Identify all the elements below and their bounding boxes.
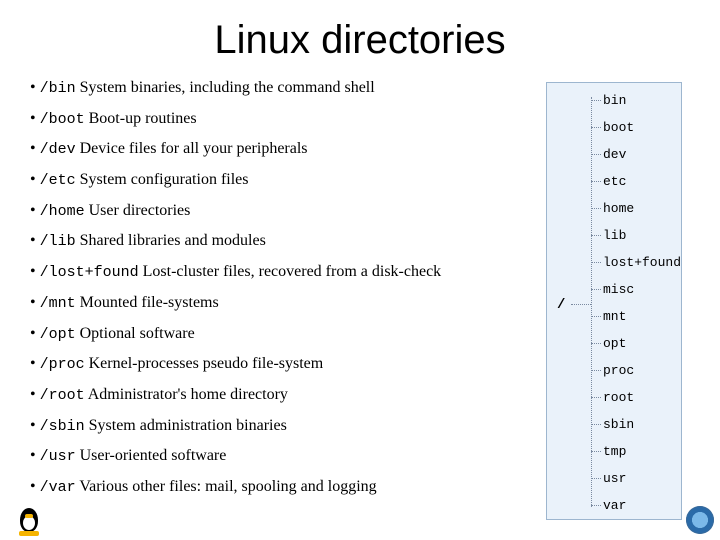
dir-desc: Device files for all your peripherals	[80, 140, 308, 157]
list-item: /lib Shared libraries and modules	[30, 233, 520, 249]
list-item: /home User directories	[30, 203, 520, 219]
slide: Linux directories /bin System binaries, …	[0, 0, 720, 540]
tree-item: home	[603, 195, 681, 222]
dir-desc: Administrator's home directory	[88, 386, 288, 403]
list-item: /usr User-oriented software	[30, 448, 520, 464]
dir-desc: Boot-up routines	[89, 110, 197, 127]
list-item: /etc System configuration files	[30, 172, 520, 188]
bullet-region: /bin System binaries, including the comm…	[30, 80, 520, 520]
tree-root-label: /	[557, 297, 565, 313]
dir-desc: Various other files: mail, spooling and …	[79, 478, 376, 495]
list-item: /lost+found Lost-cluster files, recovere…	[30, 264, 520, 280]
dir-name: /etc	[40, 172, 76, 189]
dir-desc: System binaries, including the command s…	[80, 79, 375, 96]
tree-item: lost+found	[603, 249, 681, 276]
list-item: /sbin System administration binaries	[30, 418, 520, 434]
dir-desc: Mounted file-systems	[80, 294, 219, 311]
dir-name: /mnt	[40, 295, 76, 312]
dir-name: /root	[40, 387, 85, 404]
dir-name: /var	[40, 479, 76, 496]
bullet-list: /bin System binaries, including the comm…	[30, 80, 520, 495]
tree-item: dev	[603, 141, 681, 168]
tree-item: opt	[603, 330, 681, 357]
tree-item: boot	[603, 114, 681, 141]
dir-desc: System configuration files	[80, 171, 249, 188]
dir-desc: Shared libraries and modules	[80, 232, 266, 249]
dir-name: /opt	[40, 326, 76, 343]
list-item: /mnt Mounted file-systems	[30, 295, 520, 311]
directory-tree: / bin boot dev etc home lib lost+found m…	[546, 82, 682, 520]
list-item: /root Administrator's home directory	[30, 387, 520, 403]
dir-name: /lib	[40, 233, 76, 250]
dir-name: /usr	[40, 448, 76, 465]
list-item: /bin System binaries, including the comm…	[30, 80, 520, 96]
emblem-icon	[686, 506, 714, 534]
dir-desc: User-oriented software	[80, 447, 227, 464]
tree-list: bin boot dev etc home lib lost+found mis…	[603, 87, 681, 519]
tux-penguin-icon	[14, 502, 44, 536]
dir-desc: Optional software	[80, 325, 195, 342]
tree-item: var	[603, 492, 681, 519]
dir-name: /lost+found	[40, 264, 139, 281]
dir-name: /bin	[40, 80, 76, 97]
tree-item: misc	[603, 276, 681, 303]
list-item: /var Various other files: mail, spooling…	[30, 479, 520, 495]
dir-name: /dev	[40, 141, 76, 158]
list-item: /proc Kernel-processes pseudo file-syste…	[30, 356, 520, 372]
dir-desc: System administration binaries	[89, 417, 287, 434]
tree-item: etc	[603, 168, 681, 195]
tree-item: sbin	[603, 411, 681, 438]
page-title: Linux directories	[0, 0, 720, 63]
tree-item: proc	[603, 357, 681, 384]
dir-name: /proc	[40, 356, 85, 373]
tree-item: root	[603, 384, 681, 411]
tree-item: mnt	[603, 303, 681, 330]
list-item: /boot Boot-up routines	[30, 111, 520, 127]
tree-root-connector	[571, 304, 591, 305]
tree-item: bin	[603, 87, 681, 114]
tree-trunk-line	[591, 97, 592, 507]
dir-name: /home	[40, 203, 85, 220]
dir-desc: User directories	[89, 202, 191, 219]
tree-item: tmp	[603, 438, 681, 465]
list-item: /dev Device files for all your periphera…	[30, 141, 520, 157]
tree-item: lib	[603, 222, 681, 249]
tree-item: usr	[603, 465, 681, 492]
dir-name: /boot	[40, 111, 85, 128]
dir-desc: Lost-cluster files, recovered from a dis…	[143, 263, 442, 280]
list-item: /opt Optional software	[30, 326, 520, 342]
dir-desc: Kernel-processes pseudo file-system	[89, 355, 324, 372]
dir-name: /sbin	[40, 418, 85, 435]
